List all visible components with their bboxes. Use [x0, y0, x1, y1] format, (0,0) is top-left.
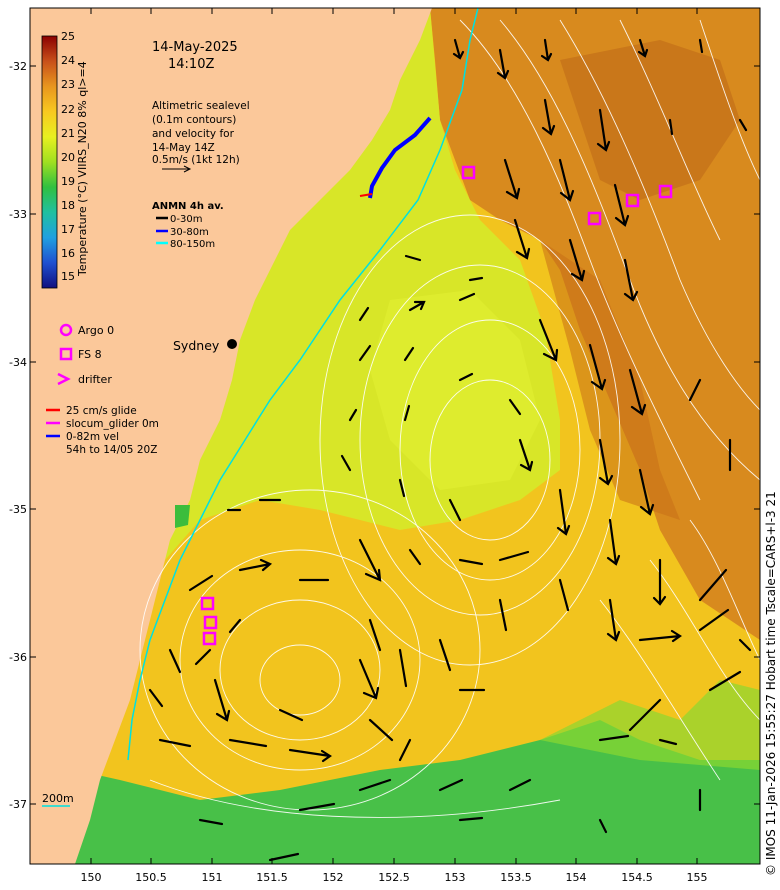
colorbar-gradient — [41, 35, 58, 289]
x-tick-label: 152.5 — [378, 871, 410, 884]
glider-line: 54h to 14/05 20Z — [66, 444, 157, 456]
colorbar-tick: 22 — [61, 103, 75, 116]
anmn-item: 80-150m — [170, 239, 215, 250]
x-tick-labels: 150 150.5 151 151.5 152 152.5 153 153.5 … — [81, 871, 708, 884]
x-tick-label: 155 — [687, 871, 708, 884]
y-tick-labels: -32 -33 -34 -35 -36 -37 — [9, 60, 27, 811]
x-tick-label: 154 — [566, 871, 587, 884]
map-time: 14:10Z — [168, 57, 214, 72]
plot-area — [30, 8, 760, 864]
colorbar-tick: 17 — [61, 223, 75, 236]
y-tick-label: -34 — [9, 356, 27, 369]
anmn-item: 0-30m — [170, 214, 202, 225]
glider-line: 25 cm/s glide — [66, 405, 137, 417]
x-tick-label: 153.5 — [500, 871, 532, 884]
colorbar-tick: 18 — [61, 199, 75, 212]
anmn-title: ANMN 4h av. — [152, 201, 224, 212]
x-tick-label: 150 — [81, 871, 102, 884]
colorbar-tick: 19 — [61, 175, 75, 188]
altimetry-line: and velocity for — [152, 128, 235, 140]
y-tick-label: -35 — [9, 503, 27, 516]
altimetry-line: (0.1m contours) — [152, 114, 236, 126]
colorbar-tick: 15 — [61, 270, 75, 283]
credit-text: © IMOS 11-Jan-2026 15:55:27 Hobart time … — [764, 491, 778, 876]
y-tick-label: -32 — [9, 60, 27, 73]
colorbar-tick: 24 — [61, 54, 75, 67]
sst-map: 150 150.5 151 151.5 152 152.5 153 153.5 … — [9, 7, 761, 884]
x-tick-label: 154.5 — [621, 871, 653, 884]
x-tick-label: 150.5 — [135, 871, 167, 884]
glider-line: slocum_glider 0m — [66, 418, 159, 430]
map-date: 14-May-2025 — [152, 40, 238, 55]
isobath-label: 200m — [42, 792, 74, 805]
legend-label: drifter — [78, 373, 112, 386]
x-tick-label: 153 — [445, 871, 466, 884]
glider-line: 0-82m vel — [66, 431, 119, 443]
colorbar-tick: 20 — [61, 151, 75, 164]
city-label: Sydney — [173, 338, 220, 353]
legend-label: Argo 0 — [78, 324, 114, 337]
colorbar-label: Temperature (°C) VIIRS_N20 8% ql>=4 — [76, 61, 89, 277]
colorbar-tick: 21 — [61, 127, 75, 140]
coastal-green — [175, 505, 190, 528]
x-tick-label: 152 — [323, 871, 344, 884]
altimetry-line: 14-May 14Z — [152, 142, 215, 154]
sydney-marker — [227, 339, 237, 349]
colorbar-tick: 16 — [61, 247, 75, 260]
y-tick-label: -36 — [9, 651, 27, 664]
y-tick-label: -33 — [9, 208, 27, 221]
x-tick-label: 151.5 — [256, 871, 288, 884]
y-tick-label: -37 — [9, 798, 27, 811]
anmn-item: 30-80m — [170, 227, 209, 238]
colorbar-tick: 23 — [61, 78, 75, 91]
altimetry-line: 0.5m/s (1kt 12h) — [152, 154, 240, 166]
colorbar-tick: 25 — [61, 30, 75, 43]
altimetry-line: Altimetric sealevel — [152, 100, 250, 112]
legend-label: FS 8 — [78, 348, 102, 361]
x-tick-label: 151 — [202, 871, 223, 884]
